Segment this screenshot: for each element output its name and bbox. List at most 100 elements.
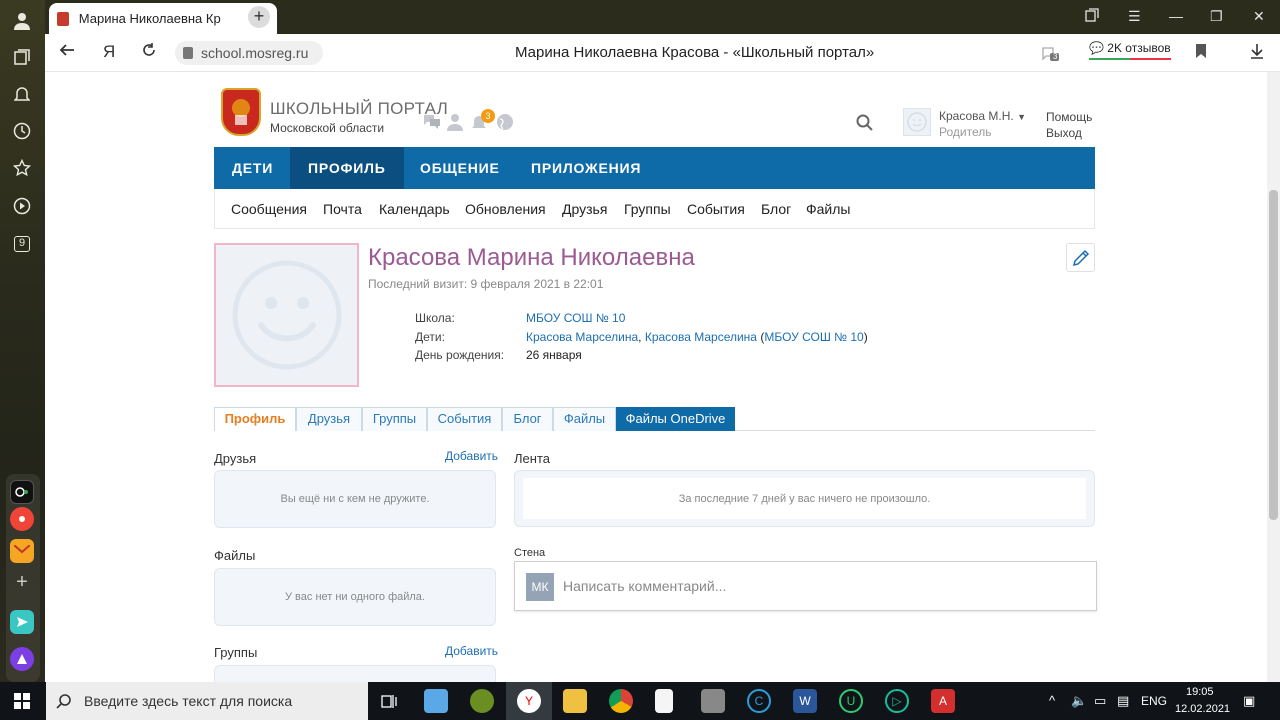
- user-avatar[interactable]: [903, 108, 931, 136]
- network-icon[interactable]: ▤: [1117, 693, 1129, 709]
- add-friend-link[interactable]: Добавить: [445, 449, 498, 463]
- task-view-icon[interactable]: [378, 689, 402, 713]
- wall-comment-box[interactable]: МК Написать комментарий...: [514, 561, 1097, 611]
- calculator-icon[interactable]: [701, 689, 725, 713]
- clock-date[interactable]: 12.02.2021: [1175, 703, 1230, 715]
- bookmark-icon[interactable]: [1195, 43, 1207, 64]
- main-nav-apps[interactable]: ПРИЛОЖЕНИЯ: [513, 147, 659, 189]
- main-nav-profile[interactable]: ПРОФИЛЬ: [290, 147, 404, 189]
- search-icon[interactable]: [856, 114, 874, 137]
- help-link[interactable]: Помощь: [1046, 110, 1092, 124]
- tab-events[interactable]: События: [427, 407, 502, 431]
- yandex-logo-icon[interactable]: Я: [103, 42, 115, 62]
- word-icon[interactable]: W: [793, 689, 817, 713]
- alice-app-icon[interactable]: [10, 647, 34, 671]
- bell-icon[interactable]: [11, 83, 33, 105]
- add-app-icon[interactable]: +: [10, 570, 34, 594]
- clock-time[interactable]: 19:05: [1186, 686, 1214, 698]
- input-language[interactable]: ENG: [1141, 694, 1167, 708]
- main-nav-children[interactable]: ДЕТИ: [214, 147, 291, 189]
- minimize-icon[interactable]: —: [1169, 8, 1183, 24]
- logo-title[interactable]: ШКОЛЬНЫЙ ПОРТАЛ: [270, 99, 448, 119]
- sub-nav-mail[interactable]: Почта: [323, 201, 362, 217]
- action-center-icon[interactable]: ▣: [1243, 693, 1255, 709]
- user-menu[interactable]: Красова М.Н. ▼: [939, 109, 1026, 123]
- reviews-badge[interactable]: 💬 2K отзывов: [1089, 41, 1171, 60]
- tab-blog[interactable]: Блог: [502, 407, 553, 431]
- sub-nav-messages[interactable]: Сообщения: [231, 201, 307, 217]
- pencil-icon: [1072, 249, 1089, 266]
- tab-groups[interactable]: Группы: [362, 407, 427, 431]
- file-explorer-icon[interactable]: [563, 689, 587, 713]
- sub-nav-blog[interactable]: Блог: [761, 201, 791, 217]
- menu-icon[interactable]: ☰: [1128, 8, 1141, 25]
- ccleaner-icon[interactable]: C: [747, 689, 771, 713]
- child-link[interactable]: Красова Марселина: [645, 330, 757, 344]
- browser-tab[interactable]: Марина Николаевна Кр ✕: [49, 3, 277, 34]
- comment-input[interactable]: Написать комментарий...: [563, 578, 726, 594]
- play-icon[interactable]: [11, 195, 33, 217]
- sub-nav-updates[interactable]: Обновления: [465, 201, 546, 217]
- tray-chevron-up-icon[interactable]: ^: [1049, 693, 1055, 708]
- collections-icon[interactable]: [11, 46, 33, 68]
- files-section-title: Файлы: [214, 548, 256, 563]
- volume-icon[interactable]: 🔈: [1071, 693, 1087, 709]
- windows-start-icon[interactable]: [14, 693, 30, 709]
- pdf-reader-icon[interactable]: A: [931, 689, 955, 713]
- utorrent-icon[interactable]: U: [839, 689, 863, 713]
- yandex-browser-icon[interactable]: Y: [517, 689, 541, 713]
- music-app-icon[interactable]: [10, 480, 34, 504]
- sub-nav-events[interactable]: События: [687, 201, 745, 217]
- location-app-icon[interactable]: [10, 507, 34, 531]
- protect-icon[interactable]: 3: [1041, 44, 1061, 67]
- sub-nav-calendar[interactable]: Календарь: [379, 201, 450, 217]
- url-field[interactable]: school.mosreg.ru: [175, 41, 323, 65]
- taskbar-search[interactable]: Введите здесь текст для поиска: [46, 682, 368, 720]
- child-school-link[interactable]: МБОУ СОШ № 10: [764, 330, 863, 344]
- profile-avatar[interactable]: [214, 243, 359, 387]
- mail-app-icon[interactable]: [10, 539, 34, 563]
- download-icon[interactable]: [1250, 43, 1264, 64]
- reload-icon[interactable]: [141, 42, 157, 63]
- chat-icon[interactable]: [423, 113, 441, 131]
- friends-icon[interactable]: [446, 113, 464, 131]
- paint-app-icon[interactable]: [470, 689, 494, 713]
- window-close-icon[interactable]: ✕: [1253, 8, 1265, 25]
- tab-files[interactable]: Файлы: [553, 407, 616, 431]
- chevron-down-icon: ▼: [1017, 112, 1026, 122]
- tabs-overview-icon[interactable]: [1085, 8, 1099, 25]
- feed-section-title: Лента: [514, 451, 550, 466]
- url-text: school.mosreg.ru: [201, 45, 309, 61]
- child-link[interactable]: Красова Марселина: [526, 330, 638, 344]
- sub-nav-groups[interactable]: Группы: [624, 201, 671, 217]
- scroll-thumb[interactable]: [1269, 190, 1278, 520]
- chrome-icon[interactable]: [609, 689, 633, 713]
- battery-icon[interactable]: ▭: [1094, 693, 1106, 709]
- logout-link[interactable]: Выход: [1046, 126, 1082, 140]
- tab-friends[interactable]: Друзья: [296, 407, 362, 431]
- messenger-app-icon[interactable]: [10, 610, 34, 634]
- tab-title: Марина Николаевна Кр: [78, 11, 221, 26]
- globe-icon[interactable]: [496, 113, 514, 131]
- school-link[interactable]: МБОУ СОШ № 10: [526, 311, 625, 325]
- main-nav-communication[interactable]: ОБЩЕНИЕ: [402, 147, 518, 189]
- star-icon[interactable]: [11, 157, 33, 179]
- tab-profile[interactable]: Профиль: [214, 407, 296, 431]
- notebook-app-icon[interactable]: [424, 689, 448, 713]
- tab-onedrive-files[interactable]: Файлы OneDrive: [616, 407, 735, 431]
- moscow-region-emblem-icon[interactable]: [221, 88, 261, 136]
- restore-icon[interactable]: ❐: [1210, 8, 1223, 25]
- profile-icon[interactable]: [11, 10, 33, 32]
- back-icon[interactable]: [59, 42, 75, 63]
- page-scrollbar[interactable]: [1267, 72, 1280, 682]
- counter-icon[interactable]: 9: [11, 233, 33, 255]
- add-group-link[interactable]: Добавить: [445, 644, 498, 658]
- document-icon[interactable]: [655, 689, 673, 713]
- edit-profile-button[interactable]: [1066, 243, 1095, 272]
- history-icon[interactable]: [11, 120, 33, 142]
- sub-nav-files[interactable]: Файлы: [806, 201, 850, 217]
- birthday-label: День рождения:: [415, 348, 505, 362]
- media-player-icon[interactable]: ▷: [885, 689, 909, 713]
- new-tab-button[interactable]: +: [248, 6, 270, 28]
- sub-nav-friends[interactable]: Друзья: [562, 201, 607, 217]
